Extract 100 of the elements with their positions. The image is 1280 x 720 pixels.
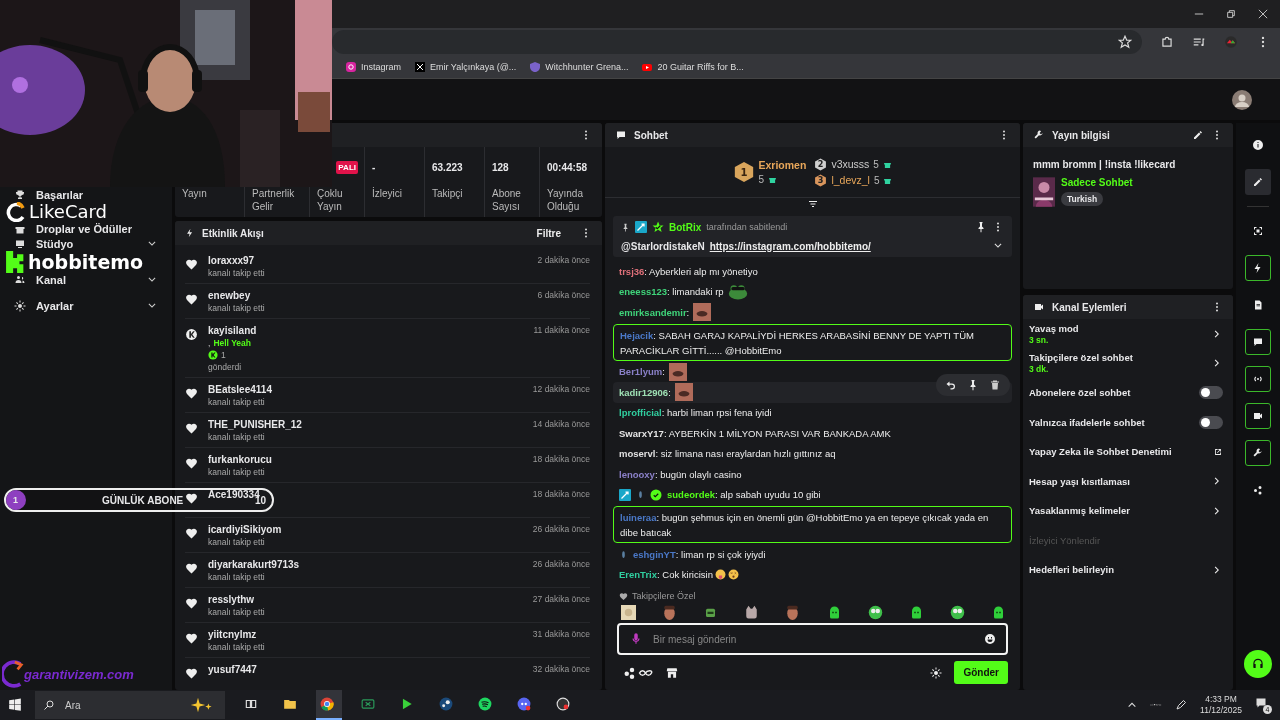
dizzy-emoji-icon	[728, 569, 739, 581]
bolt-icon	[185, 228, 195, 238]
collapse-icon[interactable]	[806, 198, 819, 210]
message-field[interactable]: Bir mesaj gönderin	[617, 623, 1008, 655]
face-emote-icon[interactable]	[662, 605, 678, 620]
bookmark[interactable]: Instagram	[346, 62, 402, 72]
bot-name[interactable]: BotRix	[669, 221, 702, 233]
clock-date[interactable]: 11/12/2025	[1200, 705, 1242, 716]
toolbar-button[interactable]	[1245, 366, 1271, 392]
settings-icon[interactable]	[930, 666, 943, 679]
ball-emote-icon[interactable]	[949, 605, 965, 620]
avatar-icon[interactable]	[1232, 89, 1252, 110]
support-button[interactable]	[1244, 650, 1272, 678]
username[interactable]: BEatslee4114	[208, 384, 272, 395]
external-link-icon[interactable]	[1213, 446, 1223, 457]
search-field[interactable]: Ara	[35, 691, 225, 719]
sidebar-item[interactable]: Stüdyo	[36, 238, 81, 250]
sidebar-item[interactable]: Kanal	[36, 274, 81, 286]
frog-emote-icon	[727, 282, 748, 301]
toolbar-button[interactable]	[1245, 255, 1271, 281]
sidebar-item[interactable]: Başarılar	[36, 189, 92, 201]
sub-badge-icon	[619, 549, 628, 559]
filter-button[interactable]: Filtre	[536, 227, 561, 239]
undo-icon[interactable]	[945, 379, 957, 391]
clock-time[interactable]: 4:33 PM	[1205, 694, 1237, 705]
action-label[interactable]: Yalnızca ifadelerle sohbet	[1029, 416, 1145, 428]
blob-emote-icon[interactable]	[991, 605, 1006, 620]
bookmark[interactable]: 20 Guitar Riffs for B...	[642, 62, 744, 72]
username[interactable]: loraxxx97	[208, 255, 255, 266]
stat-value: 00:44:58	[547, 161, 588, 173]
chevron-up-icon[interactable]	[1127, 700, 1138, 710]
toolbar-button[interactable]	[1245, 440, 1271, 466]
event-action: kanalı takip etti	[208, 467, 266, 477]
circles-icon	[439, 697, 453, 711]
heart-icon	[185, 387, 198, 400]
action-label[interactable]: Takipçilere özel sohbet	[1029, 352, 1133, 364]
chat-message: kadir12906:	[619, 385, 671, 399]
heart-icon	[185, 258, 198, 271]
store-icon[interactable]	[665, 665, 679, 680]
emoji-icon[interactable]	[984, 633, 996, 645]
restore-icon[interactable]	[1226, 9, 1236, 19]
profile-icon[interactable]	[1224, 35, 1238, 49]
heart-icon	[185, 492, 198, 505]
heart-icon	[185, 527, 198, 540]
action-label[interactable]: Hedefleri belirleyin	[1029, 564, 1114, 576]
sidebar-item[interactable]: Droplar ve Ödüller	[36, 223, 132, 235]
toolbar-button[interactable]	[1245, 329, 1271, 355]
mention[interactable]: @StarlordistakeN	[621, 240, 705, 252]
message-input[interactable]: Bir mesaj gönderin	[651, 632, 976, 646]
pencil-icon	[1252, 176, 1264, 188]
puzzle-icon[interactable]	[1160, 35, 1174, 49]
leader-name: Exriomen	[758, 159, 807, 171]
action-label[interactable]: Yasaklanmış kelimeler	[1029, 505, 1130, 517]
delete-icon[interactable]	[989, 379, 1001, 391]
action-label[interactable]: Abonelere özel sohbet	[1029, 387, 1131, 399]
event-action: kanalı takip etti	[208, 303, 266, 313]
stat-value: -	[372, 161, 376, 173]
send-button[interactable]: Gönder	[954, 661, 1008, 684]
bookmark[interactable]: Emir Yalçınkaya (@...	[415, 62, 517, 72]
ball-emote-icon[interactable]	[867, 605, 883, 620]
windows-icon[interactable]	[8, 698, 22, 712]
username[interactable]: diyarkarakurt9713s	[208, 559, 300, 570]
toolbar-button[interactable]	[1245, 403, 1271, 429]
category-link[interactable]: Sadece Sohbet	[1061, 177, 1133, 188]
chat-message: ErenTrix: Cok kiricisin	[619, 568, 713, 582]
face-emote-icon[interactable]	[785, 605, 801, 620]
username[interactable]: THE_PUNISHER_12	[208, 419, 302, 430]
stat-value: 63.223	[432, 161, 463, 173]
username[interactable]: furkankorucu	[208, 454, 272, 465]
star-icon[interactable]	[1118, 35, 1132, 49]
username[interactable]: resslythw	[208, 594, 255, 605]
action-label[interactable]: Yapay Zeka ile Sohbet Denetimi	[1029, 446, 1172, 458]
wrench-icon	[1252, 447, 1264, 459]
pinned-note: tarafından sabitlendi	[706, 222, 788, 232]
link[interactable]: https://instagram.com/hobbitemo/	[709, 240, 871, 252]
username[interactable]: kayisiland	[208, 325, 257, 336]
rank-badge: 1	[732, 160, 755, 184]
toggle-switch[interactable]	[1199, 415, 1223, 429]
close-icon[interactable]	[1258, 9, 1268, 19]
message-icon	[1255, 696, 1267, 709]
username[interactable]: enewbey	[208, 290, 251, 301]
language-tag[interactable]: Turkish	[1061, 192, 1104, 206]
chat-bubble-icon	[1252, 336, 1264, 348]
toolbar-button[interactable]	[1245, 169, 1271, 195]
username[interactable]: yusuf7447	[208, 664, 257, 675]
bookmark[interactable]: Witchhunter Grena...	[530, 62, 629, 72]
video-camera-icon	[1252, 410, 1264, 422]
cross-icon	[415, 62, 426, 72]
folder-icon	[283, 697, 297, 711]
cat-emote-icon[interactable]	[744, 605, 760, 620]
taskbar-button[interactable]	[316, 690, 342, 720]
username[interactable]: yiitcnylmz	[208, 629, 257, 640]
action-label[interactable]: Yavaş mod	[1029, 322, 1079, 334]
toggle-switch[interactable]	[1199, 386, 1223, 400]
sidebar-item[interactable]: Ayarlar	[36, 300, 81, 312]
event-action: kanalı takip etti	[208, 432, 266, 442]
pen-icon[interactable]	[1175, 699, 1188, 711]
pencil-icon[interactable]	[1192, 129, 1204, 141]
action-label[interactable]: Hesap yaşı kısıtlaması	[1029, 475, 1130, 487]
username[interactable]: icardiyiSikiyom	[208, 524, 282, 535]
